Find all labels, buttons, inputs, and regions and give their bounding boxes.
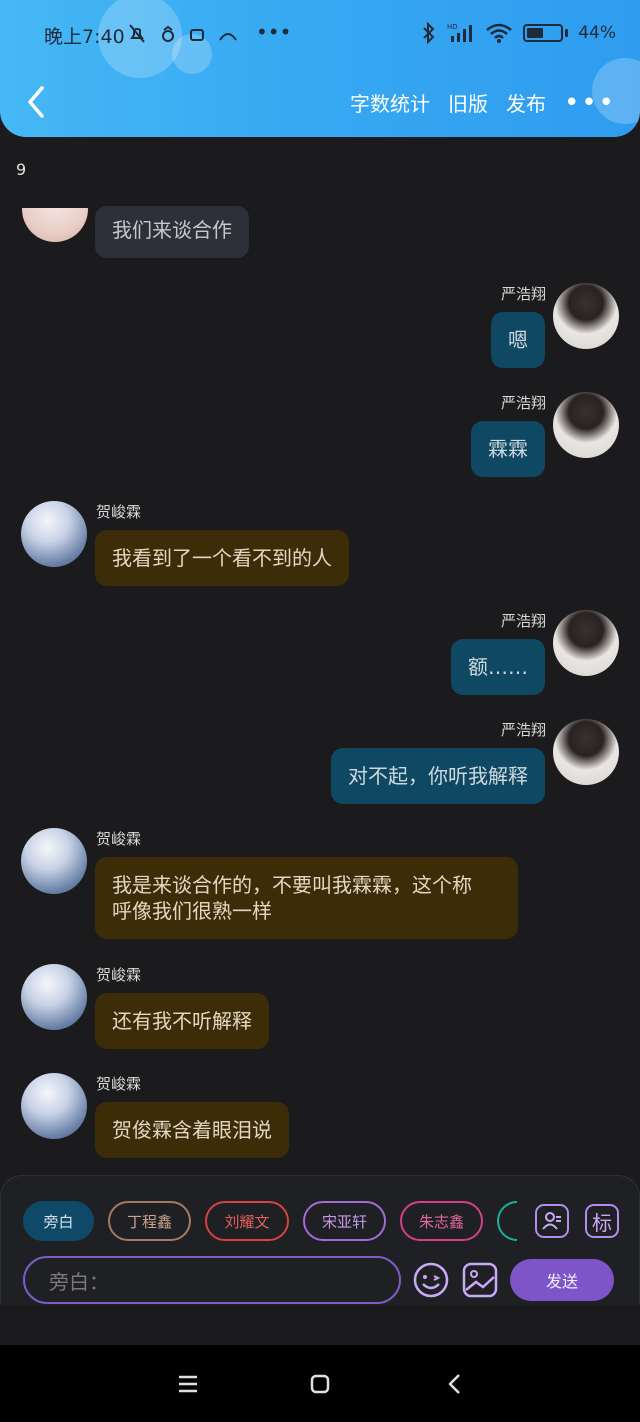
notification-icons — [128, 22, 248, 51]
sender-name: 贺峻霖 — [96, 830, 142, 848]
message-bubble[interactable]: 我们来谈合作 — [95, 206, 249, 258]
sender-name: 贺峻霖 — [96, 503, 142, 521]
old-version-button[interactable]: 旧版 — [448, 88, 488, 117]
send-button[interactable]: 发送 — [510, 1259, 614, 1301]
message-bubble[interactable]: 我是来谈合作的，不要叫我霖霖，这个称 呼像我们很熟一样 — [95, 857, 518, 939]
sender-name: 贺峻霖 — [96, 1075, 142, 1093]
home-icon[interactable] — [306, 1370, 334, 1398]
message-bubble[interactable]: 还有我不听解释 — [95, 993, 269, 1049]
role-chip[interactable]: 朱志鑫 — [400, 1201, 483, 1241]
avatar[interactable] — [21, 828, 87, 894]
scroll-mask — [0, 176, 640, 208]
message-bubble[interactable]: 霖霖 — [471, 421, 545, 477]
menu-icon[interactable] — [174, 1370, 202, 1398]
back-icon[interactable] — [441, 1370, 469, 1398]
signal-icon: HD — [447, 23, 473, 42]
sender-name: 严浩翔 — [500, 612, 546, 630]
sender-name: 贺峻霖 — [96, 966, 142, 984]
message-input[interactable]: 旁白： — [23, 1256, 401, 1304]
role-chip[interactable]: 刘耀文 — [205, 1201, 289, 1241]
role-chip[interactable]: 宋亚轩 — [303, 1201, 386, 1241]
message-bubble[interactable]: 对不起，你听我解释 — [331, 748, 545, 804]
chip-fade — [517, 1196, 533, 1246]
avatar[interactable] — [21, 1073, 87, 1139]
message-bubble[interactable]: 我看到了一个看不到的人 — [95, 530, 349, 586]
role-chip-narrator[interactable]: 旁白 — [23, 1201, 94, 1241]
app-header: 晚上7:40 ••• HD 44% 字数统计 旧版 发布 ••• — [0, 0, 640, 137]
message-line: 我是来谈合作的，不要叫我霖霖，这个称 — [112, 873, 472, 897]
sender-name: 严浩翔 — [500, 394, 546, 412]
character-icon-svg — [542, 1212, 561, 1230]
avatar[interactable] — [553, 392, 619, 458]
battery-percent: 44% — [578, 23, 616, 43]
role-chip-partial-border — [497, 1201, 517, 1241]
message-line: 呼像我们很熟一样 — [112, 899, 272, 923]
avatar[interactable] — [553, 610, 619, 676]
status-bar: 晚上7:40 ••• HD 44% — [0, 0, 640, 70]
more-options-icon[interactable]: ••• — [564, 90, 616, 116]
tag-icon[interactable]: 标 — [585, 1204, 619, 1238]
word-count-button[interactable]: 字数统计 — [350, 88, 430, 117]
status-time: 晚上7:40 — [44, 26, 125, 48]
back-arrow-icon[interactable] — [22, 82, 52, 122]
notification-icons-svg — [129, 24, 237, 43]
role-chip-partial[interactable] — [497, 1201, 517, 1241]
image-icon[interactable] — [462, 1262, 498, 1298]
avatar[interactable] — [553, 719, 619, 785]
avatar[interactable] — [553, 283, 619, 349]
sender-name: 严浩翔 — [500, 285, 546, 303]
avatar[interactable] — [21, 501, 87, 567]
battery-tip — [565, 29, 569, 37]
sender-name: 严浩翔 — [500, 721, 546, 739]
emoji-icon[interactable] — [413, 1262, 449, 1298]
wifi-icon — [486, 23, 513, 43]
character-icon[interactable] — [535, 1204, 569, 1238]
battery-fill — [527, 28, 544, 38]
avatar[interactable] — [21, 964, 87, 1030]
more-notifications-icon: ••• — [256, 20, 292, 44]
role-chip[interactable]: 丁程鑫 — [108, 1201, 191, 1241]
header-actions: 字数统计 旧版 发布 ••• — [350, 88, 616, 117]
publish-button[interactable]: 发布 — [506, 88, 546, 117]
battery-icon — [523, 24, 564, 42]
message-bubble[interactable]: 贺俊霖含着眼泪说 — [95, 1102, 289, 1158]
bluetooth-icon — [423, 22, 435, 44]
message-bubble[interactable]: 嗯 — [491, 312, 545, 368]
status-right: HD 44% — [421, 22, 616, 44]
svg-text:HD: HD — [447, 23, 458, 31]
message-bubble[interactable]: 额…… — [451, 639, 545, 695]
